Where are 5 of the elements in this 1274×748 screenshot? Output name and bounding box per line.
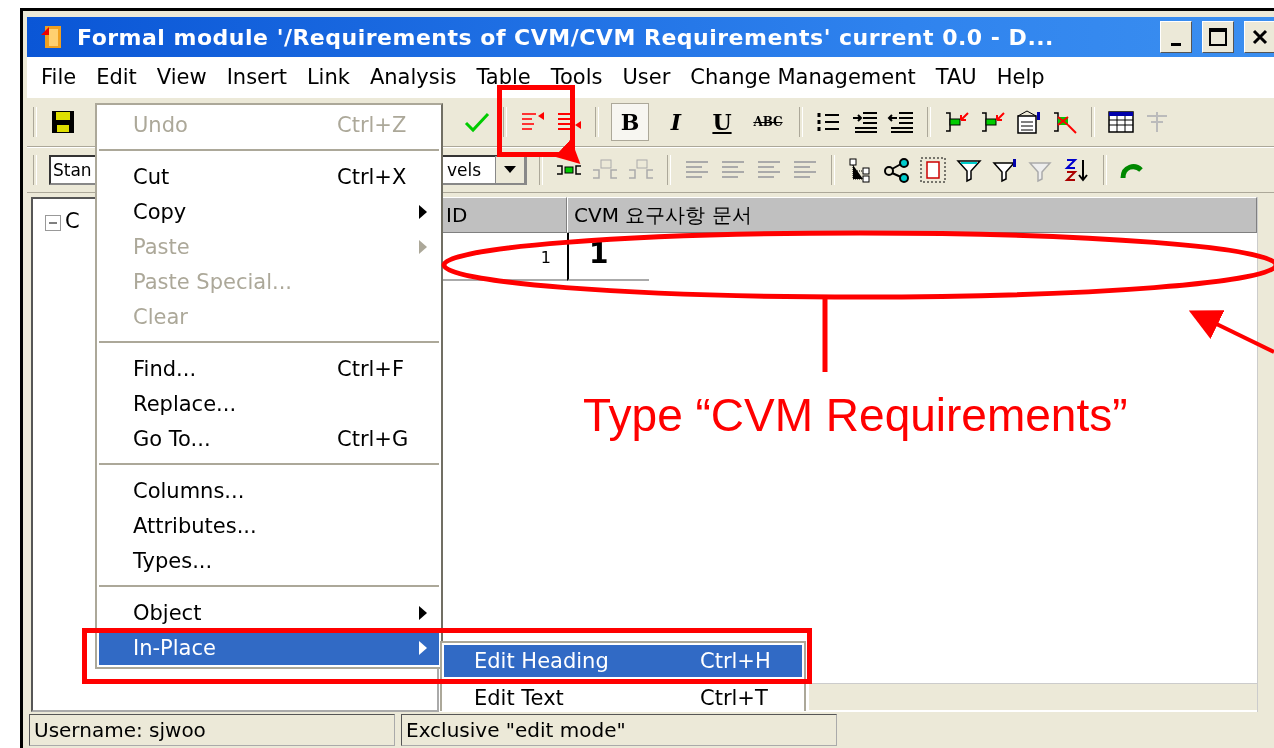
status-text: Username: sjwoo xyxy=(29,714,395,746)
annotation-text: Type “CVM Requirements” xyxy=(583,388,1128,442)
window-title: Formal module '/Requirements of CVM/CVM Requirements' current 0.0 - D... xyxy=(77,24,1055,50)
status-text: Exclusive "edit mode" xyxy=(401,714,837,746)
column-header: CVM 요구사항 문서 xyxy=(567,197,1257,233)
